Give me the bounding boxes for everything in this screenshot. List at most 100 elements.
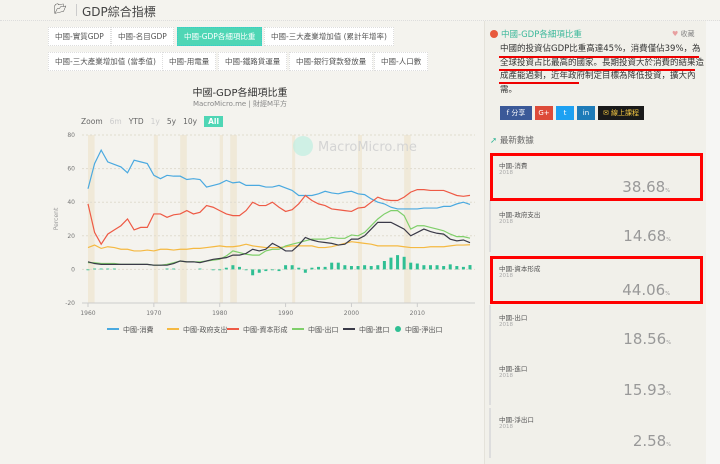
net-export-bar <box>376 265 380 270</box>
card-year: 2018 <box>499 424 513 430</box>
net-export-bar <box>468 265 472 270</box>
net-export-bar <box>382 261 386 270</box>
zoom-option-ytd[interactable]: YTD <box>129 117 144 126</box>
legend-marker <box>292 328 304 330</box>
legend-label: 中國-淨出口 <box>405 326 443 334</box>
net-export-bar <box>422 265 426 270</box>
tab-indicator[interactable]: 中國-實質GDP <box>48 27 111 46</box>
latest-data-card[interactable]: 中國-進口 2018 15.93% <box>493 359 701 407</box>
latest-data-card[interactable]: 中國-政府支出 2018 14.68% <box>493 205 701 253</box>
red-underline <box>499 69 695 71</box>
tab-indicator[interactable]: 中國-銀行貸款發放量 <box>289 52 374 71</box>
course-label: 線上課程 <box>611 109 640 117</box>
google-plus-button[interactable]: G+ <box>535 106 553 120</box>
net-export-bar <box>323 266 327 270</box>
net-export-bar <box>172 268 176 270</box>
card-year: 2018 <box>499 273 513 279</box>
y-axis-label: Percent <box>53 207 60 230</box>
tab-indicator[interactable]: 中國-三大產業增加值 (累計年增率) <box>264 27 394 46</box>
recession-band <box>153 135 158 303</box>
share-label: 分享 <box>511 109 526 117</box>
card-unit: % <box>666 237 671 243</box>
zoom-option-all[interactable]: All <box>204 116 224 127</box>
tab-indicator[interactable]: 中國-GDP各細項比重 <box>177 27 263 46</box>
series-line-中國-進口 <box>87 221 471 266</box>
net-export-bar <box>461 266 465 270</box>
legend-marker <box>107 328 119 330</box>
y-tick-label: -20 <box>65 300 75 307</box>
card-year: 2018 <box>499 322 513 328</box>
latest-data-card[interactable]: 中國-出口 2018 18.56% <box>493 308 701 356</box>
card-value: 14.68 <box>623 227 667 245</box>
heart-icon: ♥ <box>672 30 679 38</box>
facebook-share-button[interactable]: f 分享 <box>500 106 532 120</box>
legend-item[interactable]: 中國-進口 <box>343 325 390 335</box>
net-export-bar <box>290 265 294 270</box>
net-export-bar <box>257 269 261 273</box>
legend-label: 中國-政府支出 <box>183 326 228 334</box>
card-value: 2.58 <box>632 432 667 450</box>
series-line-中國-出口 <box>88 209 471 266</box>
legend-label: 中國-出口 <box>308 326 339 334</box>
tab-indicator[interactable]: 中國-三大產業增加值 (當季值) <box>48 52 163 71</box>
tab-indicator[interactable]: 中國-名目GDP <box>111 27 174 46</box>
series-line-中國-消費 <box>87 148 471 210</box>
zoom-option-5y[interactable]: 5y <box>167 117 176 126</box>
net-export-bar <box>448 264 452 270</box>
latest-label: 最新數據 <box>499 136 534 146</box>
legend-item[interactable]: 中國-消費 <box>107 325 154 335</box>
online-course-button[interactable]: ✉ 線上課程 <box>598 106 644 120</box>
card-year: 2018 <box>499 373 513 379</box>
legend-item[interactable]: 中國-出口 <box>292 325 339 335</box>
panel-title: 中國-GDP各細項比重 <box>490 28 582 40</box>
x-tick-label: 1960 <box>80 310 95 317</box>
tab-indicator[interactable]: 中國-用電量 <box>162 52 217 71</box>
net-export-bar <box>369 266 373 270</box>
x-tick-label: 1970 <box>146 310 161 317</box>
recession-band <box>292 135 296 303</box>
net-export-bar <box>402 256 406 270</box>
x-tick-label: 2010 <box>410 310 425 317</box>
help-icon[interactable] <box>490 30 498 38</box>
card-unit: % <box>665 291 670 297</box>
divider <box>489 200 491 252</box>
zoom-option-1y[interactable]: 1y <box>151 117 160 126</box>
tab-indicator[interactable]: 中國-人口數 <box>374 52 429 71</box>
red-underline <box>499 56 699 58</box>
lightning-icon: ➚ <box>490 136 498 146</box>
twitter-button[interactable]: t <box>556 106 574 120</box>
tab-indicator[interactable]: 中國-鐵路貨運量 <box>218 52 288 71</box>
divider <box>489 408 491 458</box>
legend-item[interactable]: 中國-淨出口 <box>395 325 443 335</box>
net-export-bar <box>99 268 103 270</box>
legend-item[interactable]: 中國-政府支出 <box>167 325 228 335</box>
legend-item[interactable]: 中國-資本形成 <box>227 325 288 335</box>
x-tick-label: 1980 <box>212 310 227 317</box>
net-export-bar <box>237 266 241 270</box>
latest-data-card[interactable]: 中國-淨出口 2018 2.58% <box>493 410 701 458</box>
divider <box>489 305 491 405</box>
card-label: 中國-資本形成 <box>499 265 541 273</box>
net-export-bar <box>106 268 110 270</box>
net-export-bar <box>112 268 116 270</box>
scrollbar-track[interactable] <box>706 21 720 464</box>
zoom-option-6m[interactable]: 6m <box>110 117 122 126</box>
card-label: 中國-進口 <box>499 365 528 373</box>
net-export-bar <box>455 266 459 270</box>
card-value: 44.06 <box>622 281 666 299</box>
folder-open-icon[interactable]: 📂︎ <box>54 4 67 15</box>
card-label: 中國-消費 <box>499 162 528 170</box>
card-year: 2018 <box>499 170 513 176</box>
favorite-button[interactable]: ♥ 收藏 <box>672 29 695 39</box>
net-export-bar <box>93 268 97 270</box>
card-value-wrap: 15.93% <box>623 381 671 399</box>
linkedin-button[interactable]: in <box>577 106 595 120</box>
card-year: 2018 <box>499 219 513 225</box>
legend-marker <box>167 328 179 330</box>
zoom-option-10y[interactable]: 10y <box>183 117 197 126</box>
recession-band <box>219 135 224 303</box>
latest-data-card[interactable]: 中國-消費 2018 38.68% <box>490 153 703 201</box>
recession-band <box>180 135 187 303</box>
latest-data-card[interactable]: 中國-資本形成 2018 44.06% <box>490 256 703 304</box>
net-export-bar <box>264 269 268 272</box>
